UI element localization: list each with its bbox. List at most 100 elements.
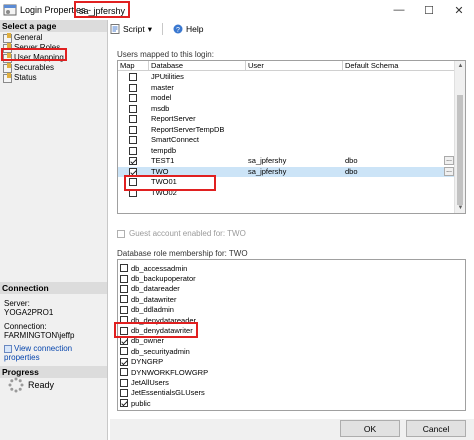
default-schema-cell[interactable]	[343, 104, 345, 115]
default-schema-cell[interactable]	[343, 114, 345, 125]
user-cell[interactable]	[246, 114, 248, 125]
database-cell: tempdb	[151, 145, 177, 155]
list-item[interactable]: db_datareader	[118, 284, 180, 294]
user-cell[interactable]	[246, 146, 248, 157]
role-checkbox[interactable]	[120, 347, 128, 356]
role-checkbox[interactable]	[120, 274, 128, 283]
default-schema-cell[interactable]	[343, 93, 345, 104]
user-cell[interactable]	[246, 188, 248, 199]
user-cell[interactable]: sa_jpfershy	[246, 156, 286, 167]
list-item[interactable]: db_ddladmin	[118, 305, 174, 315]
list-item[interactable]: JetAllUsers	[118, 377, 169, 387]
map-checkbox[interactable]	[129, 136, 137, 144]
list-item[interactable]: db_datawriter	[118, 294, 176, 304]
script-button[interactable]: Script ▾	[110, 24, 152, 35]
table-row[interactable]: ReportServerTempDB	[118, 125, 455, 136]
page-item-status[interactable]: Status	[2, 72, 37, 83]
role-checkbox[interactable]	[120, 399, 128, 408]
map-checkbox[interactable]	[129, 94, 137, 102]
page-icon	[2, 72, 12, 83]
chevron-down-icon[interactable]: ▾	[148, 24, 152, 35]
guest-account-checkbox: Guest account enabled for: TWO	[117, 229, 246, 238]
role-checkbox[interactable]	[120, 388, 128, 397]
default-schema-cell[interactable]	[343, 188, 345, 199]
scroll-down-icon[interactable]: ▼	[455, 203, 465, 213]
map-checkbox[interactable]	[129, 125, 137, 134]
column-header-default-schema[interactable]: Default Schema	[343, 61, 455, 71]
default-schema-cell[interactable]	[343, 146, 345, 157]
map-checkbox[interactable]	[129, 73, 137, 81]
role-checkbox[interactable]	[120, 357, 128, 366]
column-header-database[interactable]: Database	[149, 61, 246, 71]
ok-button[interactable]: OK	[340, 420, 400, 437]
page-item-label: Status	[14, 72, 37, 82]
role-checkbox[interactable]	[120, 409, 128, 410]
help-label: Help	[186, 24, 204, 34]
help-icon: ?	[173, 24, 183, 34]
role-checkbox[interactable]	[120, 336, 128, 345]
maximize-button[interactable]: ☐	[414, 0, 444, 20]
column-header-user[interactable]: User	[246, 61, 343, 71]
map-checkbox[interactable]	[129, 104, 137, 113]
user-cell[interactable]	[246, 83, 248, 94]
role-checkbox[interactable]	[120, 284, 128, 293]
browse-schema-button[interactable]: ...	[444, 166, 454, 176]
database-cell: ReportServerTempDB	[151, 124, 225, 134]
list-item[interactable]: db_securityadmin	[118, 346, 190, 356]
map-checkbox[interactable]	[129, 157, 137, 165]
table-row[interactable]: TEST1 sa_jpfershy dbo...	[118, 156, 455, 167]
table-row[interactable]: msdb	[118, 104, 455, 115]
table-row[interactable]: model	[118, 93, 455, 104]
user-cell[interactable]	[246, 177, 248, 188]
scrollbar-thumb[interactable]	[457, 95, 463, 205]
role-name: RAPIDGRP	[131, 409, 170, 410]
user-cell[interactable]: sa_jpfershy	[246, 167, 286, 178]
list-item[interactable]: db_backupoperator	[118, 273, 196, 283]
role-checkbox[interactable]	[120, 305, 128, 314]
view-connection-properties-link[interactable]: View connection properties	[4, 344, 107, 362]
left-pane: Select a page General Server Roles User …	[0, 20, 108, 440]
cancel-button[interactable]: Cancel	[406, 420, 466, 437]
help-button[interactable]: ? Help	[173, 24, 204, 34]
default-schema-cell[interactable]	[343, 83, 345, 94]
user-cell[interactable]	[246, 104, 248, 115]
list-item[interactable]: public	[118, 398, 151, 408]
page-item-securables[interactable]: Securables	[2, 62, 54, 73]
default-schema-cell[interactable]	[343, 72, 345, 83]
default-schema-cell[interactable]: dbo	[343, 167, 358, 178]
map-checkbox[interactable]	[129, 115, 137, 123]
role-checkbox[interactable]	[120, 264, 128, 273]
user-cell[interactable]	[246, 135, 248, 146]
close-button[interactable]: ✕	[444, 0, 474, 20]
map-checkbox[interactable]	[129, 83, 137, 92]
default-schema-cell[interactable]	[343, 125, 345, 136]
table-row[interactable]: tempdb	[118, 146, 455, 157]
table-row[interactable]: ReportServer	[118, 114, 455, 125]
table-row[interactable]: master	[118, 83, 455, 94]
list-item[interactable]: DYNGRP	[118, 357, 163, 367]
role-checkbox[interactable]	[120, 295, 128, 304]
list-item[interactable]: JetEssentialsGLUsers	[118, 388, 205, 398]
role-checkbox[interactable]	[120, 368, 128, 377]
column-header-map[interactable]: Map	[118, 61, 149, 71]
list-item[interactable]: DYNWORKFLOWGRP	[118, 367, 208, 377]
default-schema-cell[interactable]	[343, 135, 345, 146]
user-cell[interactable]	[246, 93, 248, 104]
scroll-up-icon[interactable]: ▲	[455, 61, 465, 71]
minimize-button[interactable]: —	[384, 0, 414, 20]
table-row[interactable]: SmartConnect	[118, 135, 455, 146]
default-schema-cell[interactable]: dbo	[343, 156, 358, 167]
table-row[interactable]: JPUtilities	[118, 72, 455, 83]
browse-schema-button[interactable]: ...	[444, 156, 454, 165]
list-item[interactable]: db_accessadmin	[118, 263, 187, 273]
user-cell[interactable]	[246, 72, 248, 83]
map-checkbox[interactable]	[129, 146, 137, 155]
list-item[interactable]: RAPIDGRP	[118, 409, 170, 410]
database-cell: msdb	[151, 103, 170, 113]
connection-label: Connection:	[4, 322, 47, 331]
default-schema-cell[interactable]	[343, 177, 345, 188]
page-item-general[interactable]: General	[2, 32, 42, 43]
role-checkbox[interactable]	[120, 378, 128, 387]
grid-scrollbar[interactable]: ▲ ▼	[454, 61, 465, 213]
user-cell[interactable]	[246, 125, 248, 136]
